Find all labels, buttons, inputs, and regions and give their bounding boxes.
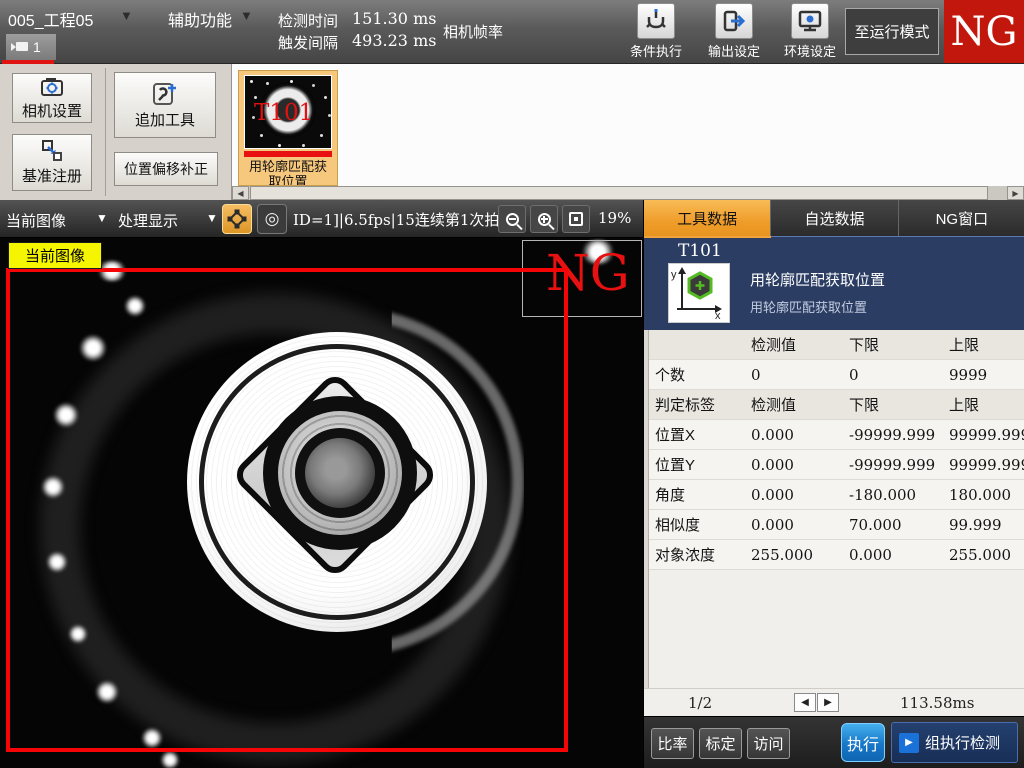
failing-value: 0.000 xyxy=(745,516,843,534)
scroll-left-button[interactable]: ◀ xyxy=(232,186,249,200)
tool-name: 用轮廓匹配获取位置 xyxy=(750,269,885,290)
reflection-dot xyxy=(161,751,179,768)
table-row-similarity: 相似度 0.000 70.000 99.999 xyxy=(649,510,1024,540)
environment-settings-button[interactable]: 环境设定 xyxy=(774,3,846,61)
app-window: 005_工程05 ▼ 辅助功能 ▼ 1 检测时间 151.30 ms 触发间隔 … xyxy=(0,0,1024,768)
tool-thumbnail-T101[interactable]: T101 用轮廓匹配获 取位置 xyxy=(238,70,338,186)
image-viewport[interactable]: NG 当前图像 xyxy=(0,238,643,768)
processing-time: 113.58ms xyxy=(900,694,974,712)
zoom-percent: 19% xyxy=(598,209,631,227)
page-next-button[interactable]: ▶ xyxy=(817,693,839,712)
aux-function-menu[interactable]: 辅助功能 xyxy=(168,7,232,31)
tool-type-icon: y x xyxy=(668,263,730,323)
trigger-interval-value: 493.23 ms xyxy=(352,31,436,50)
zoom-in-icon xyxy=(538,213,551,226)
chevron-down-icon[interactable]: ▼ xyxy=(120,8,133,23)
table-header-row: 检测值 下限 上限 xyxy=(649,330,1024,360)
camera-gear-icon xyxy=(40,76,64,98)
scrollbar-thumb[interactable] xyxy=(250,186,988,200)
current-image-label: 当前图像 xyxy=(8,242,102,269)
zoom-out-button[interactable] xyxy=(498,205,526,233)
group-execute-button[interactable]: ▶ 组执行检测 xyxy=(891,722,1018,763)
page-indicator: 1/2 xyxy=(688,694,712,712)
svg-text:y: y xyxy=(671,269,677,281)
detect-time-value: 151.30 ms xyxy=(352,9,436,28)
svg-text:x: x xyxy=(715,310,721,320)
header-bar: 005_工程05 ▼ 辅助功能 ▼ 1 检测时间 151.30 ms 触发间隔 … xyxy=(0,0,1024,64)
zoom-in-button[interactable] xyxy=(530,205,558,233)
viewer-toolbar: 当前图像 ▼ 处理显示 ▼ ◎ ID=1]|6.5fps|15连续第1次拍照 1… xyxy=(0,200,643,238)
output-settings-button[interactable]: 输出设定 xyxy=(698,3,770,61)
detect-time-label: 检测时间 xyxy=(278,10,338,31)
position-offset-button[interactable]: 位置偏移补正 xyxy=(114,152,218,186)
chevron-down-icon[interactable]: ▼ xyxy=(96,211,108,225)
thumbnail-scrollbar[interactable]: ◀ ▶ xyxy=(232,186,1024,200)
condition-execute-icon xyxy=(637,3,675,39)
camera-setup-button[interactable]: 相机设置 xyxy=(12,73,92,123)
right-panel: 工具数据 自选数据 NG窗口 T101 y x 用轮廓匹配获取位置 用轮 xyxy=(643,200,1024,768)
ratio-button[interactable]: 比率 xyxy=(651,728,694,759)
zoom-out-icon xyxy=(506,213,519,226)
data-tabs: 工具数据 自选数据 NG窗口 xyxy=(644,200,1024,236)
table-subheader-row: 判定标签 检测值 下限 上限 xyxy=(649,390,1024,420)
reference-register-button[interactable]: 基准注册 xyxy=(12,134,92,191)
tool-header: T101 y x 用轮廓匹配获取位置 用轮廓匹配获取位置 xyxy=(644,236,1024,330)
camera-tab-label: 1 xyxy=(33,39,41,55)
image-source-dropdown[interactable]: 当前图像 xyxy=(6,210,66,231)
chevron-down-icon[interactable]: ▼ xyxy=(206,211,218,225)
play-icon: ▶ xyxy=(899,733,919,753)
divider xyxy=(105,68,106,196)
run-mode-button[interactable]: 至运行模式 xyxy=(845,8,939,55)
region-display-toggle[interactable] xyxy=(222,204,252,234)
wrench-plus-icon xyxy=(152,81,178,107)
region-icon xyxy=(227,209,247,229)
live-view-toggle[interactable]: ◎ xyxy=(257,204,287,234)
result-table: 检测值 下限 上限 个数 0 0 9999 判定标签 检测值 下限 上限 位置X… xyxy=(649,330,1024,570)
condition-execute-button[interactable]: 条件执行 xyxy=(620,3,692,61)
global-status-badge: NG xyxy=(944,0,1024,63)
tool-thumbnail-image: T101 xyxy=(244,75,332,149)
thumb-caption: 用轮廓匹配获 取位置 xyxy=(239,159,337,186)
panel-footer: 比率 标定 访问 执行 ▶ 组执行检测 xyxy=(644,716,1024,768)
camera-tab-1[interactable]: 1 xyxy=(6,34,56,60)
thumb-status-bar xyxy=(244,151,332,157)
trigger-interval-label: 触发间隔 xyxy=(278,32,338,53)
camera-fps-label: 相机帧率 xyxy=(443,21,503,42)
display-mode-dropdown[interactable]: 处理显示 xyxy=(118,210,178,231)
camera-icon xyxy=(11,41,29,53)
capture-info-text: ID=1]|6.5fps|15连续第1次拍照 xyxy=(293,209,514,230)
project-selector[interactable]: 005_工程05 xyxy=(8,7,93,31)
table-row: 角度 0.000 -180.000 180.000 xyxy=(649,480,1024,510)
tab-custom-data[interactable]: 自选数据 xyxy=(771,200,898,236)
active-tab-underline xyxy=(644,236,771,238)
register-arrow-icon xyxy=(40,139,64,163)
add-tool-button[interactable]: 追加工具 xyxy=(114,72,216,138)
thumb-reflection-dots xyxy=(250,80,253,83)
live-view-icon: ◎ xyxy=(265,209,280,229)
calibration-button[interactable]: 标定 xyxy=(699,728,742,759)
thumb-tool-id: T101 xyxy=(254,100,313,126)
table-row: 个数 0 0 9999 xyxy=(649,360,1024,390)
tool-thumbnail-strip: T101 用轮廓匹配获 取位置 ◀ ▶ xyxy=(232,64,1024,200)
monitor-gear-icon xyxy=(791,3,829,39)
access-button[interactable]: 访问 xyxy=(747,728,790,759)
fit-view-icon xyxy=(569,212,583,226)
table-pager: 1/2 ◀ ▶ 113.58ms xyxy=(644,688,1024,716)
scroll-right-button[interactable]: ▶ xyxy=(1007,186,1024,200)
left-panel: 相机设置 基准注册 追加工具 位置偏移补正 xyxy=(0,64,232,200)
chevron-down-icon[interactable]: ▼ xyxy=(240,8,253,23)
fit-view-button[interactable] xyxy=(562,205,590,233)
tool-id: T101 xyxy=(678,241,722,261)
execute-button[interactable]: 执行 xyxy=(841,723,885,762)
tab-ng-window[interactable]: NG窗口 xyxy=(899,200,1024,236)
tool-description: 用轮廓匹配获取位置 xyxy=(750,297,867,316)
export-icon xyxy=(715,3,753,39)
tab-tool-data[interactable]: 工具数据 xyxy=(644,200,771,236)
table-row: 对象浓度 255.000 0.000 255.000 xyxy=(649,540,1024,570)
page-prev-button[interactable]: ◀ xyxy=(794,693,816,712)
table-row: 位置Y 0.000 -99999.999 99999.999 xyxy=(649,450,1024,480)
table-row: 位置X 0.000 -99999.999 99999.999 xyxy=(649,420,1024,450)
search-region-overlay[interactable] xyxy=(6,268,568,752)
